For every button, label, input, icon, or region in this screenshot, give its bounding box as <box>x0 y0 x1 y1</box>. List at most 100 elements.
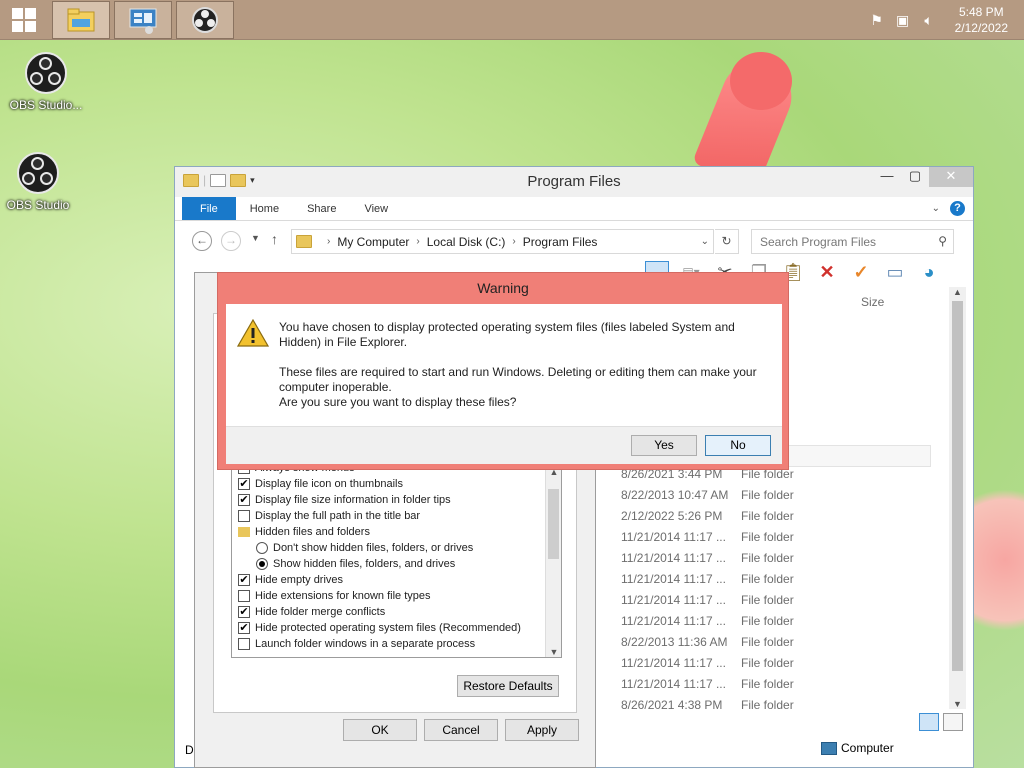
table-row[interactable]: 11/21/2014 11:17 ... File folder <box>621 593 794 614</box>
search-input[interactable]: Search Program Files ⚲ <box>751 229 954 254</box>
table-row[interactable]: 2/12/2022 5:26 PM File folder <box>621 509 794 530</box>
checked-checkbox[interactable]: ✔ <box>238 478 250 490</box>
list-item[interactable]: Hide extensions for known file types <box>232 588 561 604</box>
table-row[interactable]: 8/22/2013 10:47 AM File folder <box>621 488 794 509</box>
selected-radio[interactable] <box>256 558 268 570</box>
control-panel-icon <box>129 8 157 34</box>
close-button[interactable]: ✕ <box>929 167 973 187</box>
flag-icon[interactable]: ⚑ <box>867 10 887 30</box>
recent-locations-icon[interactable]: ▼ <box>251 233 260 243</box>
scroll-up-icon[interactable]: ▲ <box>953 287 962 297</box>
back-button[interactable]: ← <box>192 231 212 251</box>
globe-icon[interactable]: ◕ <box>917 261 941 283</box>
list-item[interactable]: Show hidden files, folders, and drives <box>232 556 561 572</box>
table-row[interactable]: 11/21/2014 11:17 ... File folder <box>621 677 794 698</box>
list-item[interactable]: ✔ Hide empty drives <box>232 572 561 588</box>
folder-icon <box>238 527 250 537</box>
tab-view[interactable]: View <box>350 197 402 220</box>
list-item-label: Display file icon on thumbnails <box>255 478 403 490</box>
unchecked-checkbox[interactable] <box>238 590 250 602</box>
delete-icon[interactable]: ✕ <box>815 261 839 283</box>
unchecked-checkbox[interactable] <box>238 638 250 650</box>
table-row[interactable]: 8/26/2021 3:44 PM File folder <box>621 467 794 488</box>
yes-button[interactable]: Yes <box>631 435 697 456</box>
large-icons-view-button[interactable] <box>943 713 963 731</box>
desktop-icon-obs-1[interactable]: OBS Studio... <box>6 52 86 112</box>
scrollbar-thumb[interactable] <box>952 301 963 671</box>
date-modified-cell: 8/26/2021 4:38 PM <box>621 698 723 712</box>
date-modified-cell: 11/21/2014 11:17 ... <box>621 572 726 586</box>
volume-icon[interactable]: 🔈︎ <box>919 10 939 30</box>
details-view-button[interactable] <box>919 713 939 731</box>
unchecked-checkbox[interactable] <box>238 510 250 522</box>
date-modified-cell: 11/21/2014 11:17 ... <box>621 614 726 628</box>
date-modified-cell: 11/21/2014 11:17 ... <box>621 593 726 607</box>
refresh-button[interactable]: ↻ <box>715 229 739 254</box>
obs-icon <box>17 152 59 194</box>
tab-home[interactable]: Home <box>236 197 293 220</box>
desktop-icon-obs-2[interactable]: OBS Studio <box>0 152 78 212</box>
taskbar-file-explorer[interactable] <box>52 1 110 39</box>
list-item[interactable]: ✔ Hide protected operating system files (… <box>232 620 561 636</box>
table-row[interactable]: 11/21/2014 11:17 ... File folder <box>621 656 794 677</box>
unselected-radio[interactable] <box>256 542 268 554</box>
type-cell: File folder <box>741 656 794 670</box>
column-header-size[interactable]: Size <box>861 295 884 309</box>
chevron-down-icon[interactable]: ⌄ <box>701 236 709 247</box>
no-button[interactable]: No <box>705 435 771 456</box>
rename-icon[interactable]: ▭ <box>883 261 907 283</box>
minimize-button[interactable]: — <box>873 167 901 187</box>
maximize-button[interactable]: ▢ <box>901 167 929 187</box>
list-item[interactable]: Don't show hidden files, folders, or dri… <box>232 540 561 556</box>
forward-button[interactable]: → <box>221 231 241 251</box>
table-row[interactable]: 11/21/2014 11:17 ... File folder <box>621 572 794 593</box>
cancel-button[interactable]: Cancel <box>424 719 498 741</box>
address-bar[interactable]: › My Computer › Local Disk (C:) › Progra… <box>291 229 714 254</box>
breadcrumb-my-computer[interactable]: My Computer <box>337 235 409 249</box>
list-item[interactable]: ✔ Display file icon on thumbnails <box>232 476 561 492</box>
up-button[interactable]: ↑ <box>271 231 278 247</box>
address-bar-row: ← → ▼ ↑ › My Computer › Local Disk (C:) … <box>175 221 973 261</box>
table-row[interactable]: 11/21/2014 11:17 ... File folder <box>621 530 794 551</box>
title-bar[interactable]: | ▾ Program Files — ▢ ✕ <box>175 167 973 197</box>
tab-share[interactable]: Share <box>293 197 350 220</box>
table-row[interactable]: 11/21/2014 11:17 ... File folder <box>621 614 794 635</box>
table-row[interactable]: 11/21/2014 11:17 ... File folder <box>621 551 794 572</box>
checked-checkbox[interactable]: ✔ <box>238 574 250 586</box>
list-item[interactable]: ✔ Display file size information in folder… <box>232 492 561 508</box>
breadcrumb-program-files[interactable]: Program Files <box>523 235 598 249</box>
clock[interactable]: 5:48 PM 2/12/2022 <box>955 4 1008 36</box>
network-icon[interactable]: ▣ <box>893 10 913 30</box>
breadcrumb-local-disk[interactable]: Local Disk (C:) <box>427 235 506 249</box>
restore-defaults-button[interactable]: Restore Defaults <box>457 675 559 697</box>
scroll-down-icon[interactable]: ▼ <box>953 699 962 709</box>
list-item[interactable]: Display the full path in the title bar <box>232 508 561 524</box>
scroll-down-icon[interactable]: ▼ <box>546 647 561 657</box>
ok-button[interactable]: OK <box>343 719 417 741</box>
checked-checkbox[interactable]: ✔ <box>238 606 250 618</box>
list-item[interactable]: Launch folder windows in a separate proc… <box>232 636 561 652</box>
type-cell: File folder <box>741 593 794 607</box>
advanced-settings-list[interactable]: Always show menus ✔ Display file icon on t… <box>231 466 562 658</box>
list-item-label: Hide extensions for known file types <box>255 590 431 602</box>
apply-button[interactable]: Apply <box>505 719 579 741</box>
help-icon[interactable]: ? <box>950 201 965 216</box>
list-scrollbar[interactable]: ▲ ▼ <box>545 467 561 657</box>
warning-icon <box>237 319 269 347</box>
list-item[interactable]: ✔ Hide folder merge conflicts <box>232 604 561 620</box>
tab-file[interactable]: File <box>182 197 236 220</box>
table-row[interactable]: 8/22/2013 11:36 AM File folder <box>621 635 794 656</box>
vertical-scrollbar[interactable]: ▲ ▼ <box>949 287 966 709</box>
table-row[interactable]: 8/26/2021 4:38 PM File folder <box>621 698 794 719</box>
list-item-label: Display the full path in the title bar <box>255 510 421 522</box>
taskbar-obs-studio[interactable] <box>176 1 234 39</box>
expand-ribbon-icon[interactable]: ⌄ <box>932 203 940 214</box>
list-item[interactable]: Hidden files and folders <box>232 524 561 540</box>
scrollbar-thumb[interactable] <box>548 489 559 559</box>
checked-checkbox[interactable]: ✔ <box>238 494 250 506</box>
checked-checkbox[interactable]: ✔ <box>238 622 250 634</box>
taskbar-control-panel[interactable] <box>114 1 172 39</box>
checkmark-icon[interactable]: ✓ <box>849 261 873 283</box>
start-button[interactable] <box>6 6 42 34</box>
clock-time: 5:48 PM <box>958 5 1004 19</box>
